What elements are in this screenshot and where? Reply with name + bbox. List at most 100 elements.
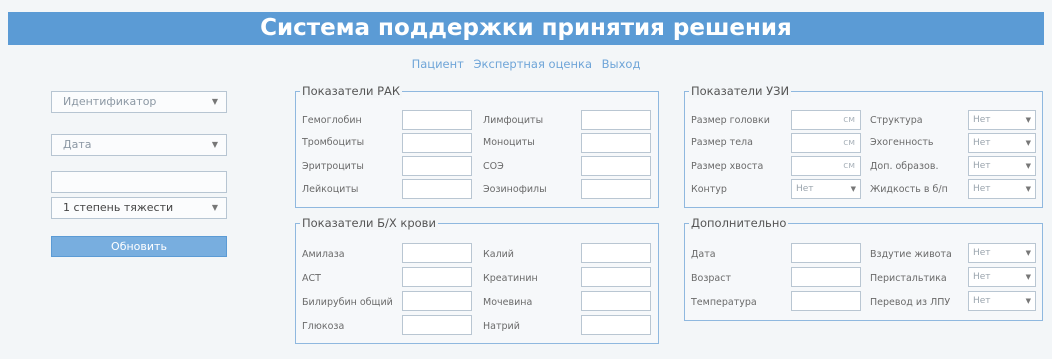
rak-label: Лейкоциты <box>302 184 359 195</box>
fluid-select[interactable]: Нет ▼ <box>968 179 1036 199</box>
chevron-down-icon: ▼ <box>211 140 218 149</box>
extra-label: Перистальтика <box>870 273 947 284</box>
lymphocytes-input[interactable] <box>581 110 651 130</box>
rak-label: Эритроциты <box>302 161 364 172</box>
severity-value: 1 степень тяжести <box>63 201 174 214</box>
head-size-input[interactable]: см <box>791 110 861 130</box>
nav-expert-link[interactable]: Экспертная оценка <box>474 57 592 71</box>
bloating-select[interactable]: Нет ▼ <box>968 243 1036 263</box>
creatinine-input[interactable] <box>581 267 651 287</box>
app-title: Система поддержки принятия решения <box>8 12 1044 45</box>
extra-label: Возраст <box>691 273 731 284</box>
select-value: Нет <box>973 138 991 148</box>
extra-date-input[interactable] <box>791 243 861 263</box>
rak-title: Показатели РАК <box>300 84 403 98</box>
severity-select[interactable]: 1 степень тяжести ▼ <box>51 197 227 219</box>
select-value: Нет <box>973 115 991 125</box>
potassium-input[interactable] <box>581 243 651 263</box>
rak-label: Гемоглобин <box>302 115 362 126</box>
bh-group: Показатели Б/Х крови Амилаза АСТ Билируб… <box>295 216 659 344</box>
structure-select[interactable]: Нет ▼ <box>968 110 1036 130</box>
chevron-down-icon: ▼ <box>1025 116 1031 124</box>
rak-label: Тромбоциты <box>302 137 365 148</box>
peristalsis-select[interactable]: Нет ▼ <box>968 267 1036 287</box>
contour-value: Нет <box>796 184 814 194</box>
uzi-label: Эхогенность <box>870 137 934 148</box>
unit-label: см <box>843 161 855 171</box>
extra-formations-select[interactable]: Нет ▼ <box>968 156 1036 176</box>
extra-title: Дополнительно <box>689 216 789 230</box>
uzi-group: Показатели УЗИ Размер головки Размер тел… <box>684 84 1043 208</box>
platelets-input[interactable] <box>402 133 472 153</box>
bh-label: Натрий <box>483 321 520 332</box>
contour-select[interactable]: Нет ▼ <box>791 179 861 199</box>
esr-input[interactable] <box>581 156 651 176</box>
nav-patient-link[interactable]: Пациент <box>412 57 464 71</box>
update-button[interactable]: Обновить <box>51 236 227 257</box>
top-nav: Пациент Экспертная оценка Выход <box>0 57 1052 71</box>
hemoglobin-input[interactable] <box>402 110 472 130</box>
select-value: Нет <box>973 272 991 282</box>
uzi-label: Жидкость в б/п <box>870 184 948 195</box>
bh-label: Мочевина <box>483 297 533 308</box>
bh-label: Глюкоза <box>302 321 345 332</box>
uzi-label: Доп. образов. <box>870 161 939 172</box>
extra-label: Дата <box>691 249 716 260</box>
age-input[interactable] <box>791 267 861 287</box>
bh-label: Билирубин общий <box>302 297 393 308</box>
rak-group: Показатели РАК Гемоглобин Тромбоциты Эри… <box>295 84 659 208</box>
chevron-down-icon: ▼ <box>1025 273 1031 281</box>
empty-field[interactable] <box>51 171 227 193</box>
uzi-title: Показатели УЗИ <box>689 84 792 98</box>
bilirubin-input[interactable] <box>402 291 472 311</box>
amylase-input[interactable] <box>402 243 472 263</box>
nav-exit-link[interactable]: Выход <box>602 57 641 71</box>
identifier-select[interactable]: Идентификатор ▼ <box>51 91 227 113</box>
select-value: Нет <box>973 248 991 258</box>
chevron-down-icon: ▼ <box>1025 249 1031 257</box>
chevron-down-icon: ▼ <box>1025 297 1031 305</box>
unit-label: см <box>843 115 855 125</box>
transfer-select[interactable]: Нет ▼ <box>968 291 1036 311</box>
chevron-down-icon: ▼ <box>1025 185 1031 193</box>
date-placeholder: Дата <box>63 138 92 151</box>
uzi-label: Размер головки <box>691 115 770 126</box>
select-value: Нет <box>973 296 991 306</box>
uzi-label: Размер хвоста <box>691 161 764 172</box>
temperature-input[interactable] <box>791 291 861 311</box>
chevron-down-icon: ▼ <box>1025 162 1031 170</box>
bh-label: Калий <box>483 249 514 260</box>
chevron-down-icon: ▼ <box>850 185 856 193</box>
bh-label: Амилаза <box>302 249 345 260</box>
extra-group: Дополнительно Дата Возраст Температура В… <box>684 216 1043 321</box>
extra-label: Вздутие живота <box>870 249 952 260</box>
chevron-down-icon: ▼ <box>1025 139 1031 147</box>
body-size-input[interactable]: см <box>791 133 861 153</box>
erythrocytes-input[interactable] <box>402 156 472 176</box>
uzi-label: Структура <box>870 115 923 126</box>
chevron-down-icon: ▼ <box>211 97 218 106</box>
eosinophils-input[interactable] <box>581 179 651 199</box>
echogenicity-select[interactable]: Нет ▼ <box>968 133 1036 153</box>
monocytes-input[interactable] <box>581 133 651 153</box>
extra-label: Перевод из ЛПУ <box>870 297 951 308</box>
select-value: Нет <box>973 161 991 171</box>
extra-label: Температура <box>691 297 757 308</box>
sodium-input[interactable] <box>581 315 651 335</box>
bh-label: Креатинин <box>483 273 538 284</box>
rak-label: СОЭ <box>483 161 504 172</box>
uzi-label: Размер тела <box>691 137 753 148</box>
chevron-down-icon: ▼ <box>211 203 218 212</box>
bh-title: Показатели Б/Х крови <box>300 216 438 230</box>
urea-input[interactable] <box>581 291 651 311</box>
ast-input[interactable] <box>402 267 472 287</box>
glucose-input[interactable] <box>402 315 472 335</box>
bh-label: АСТ <box>302 273 321 284</box>
unit-label: см <box>843 138 855 148</box>
leukocytes-input[interactable] <box>402 179 472 199</box>
rak-label: Моноциты <box>483 137 535 148</box>
uzi-label: Контур <box>691 184 727 195</box>
identifier-placeholder: Идентификатор <box>63 95 157 108</box>
tail-size-input[interactable]: см <box>791 156 861 176</box>
date-select[interactable]: Дата ▼ <box>51 134 227 156</box>
